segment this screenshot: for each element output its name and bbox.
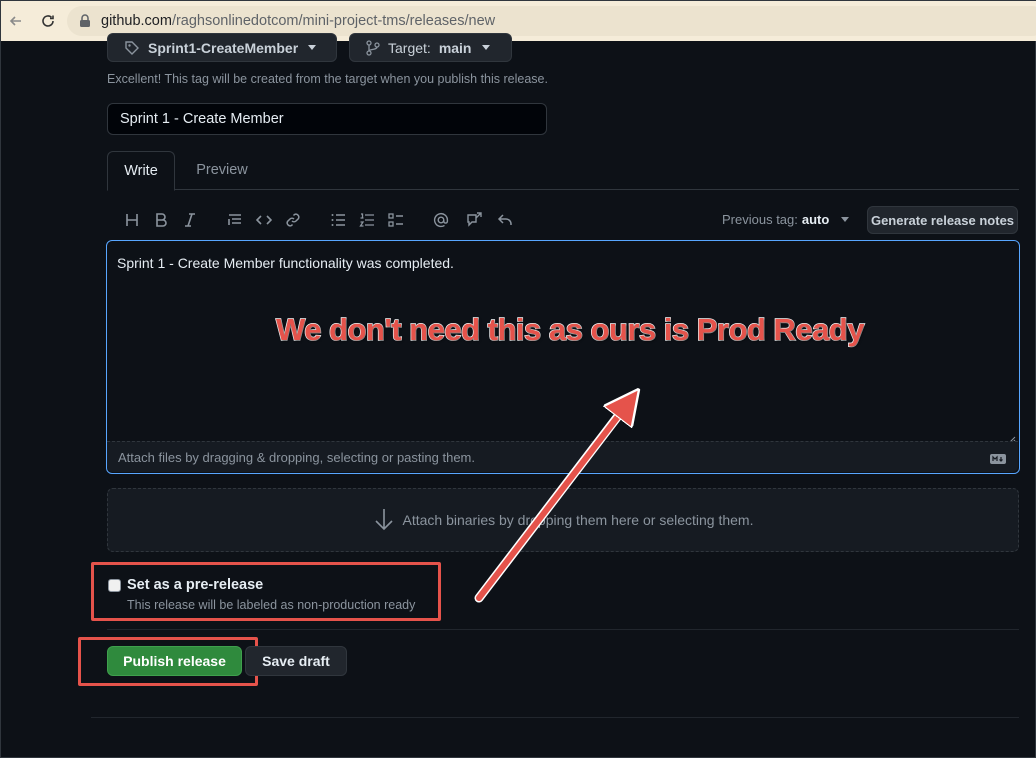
annotation-text: We don't need this as ours is Prod Ready	[275, 311, 865, 348]
annotation-arrow	[474, 1, 1036, 603]
